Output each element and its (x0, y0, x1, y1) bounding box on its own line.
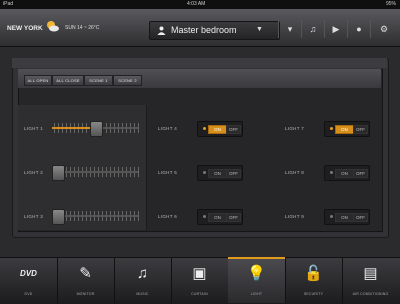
dimmer-label: LIGHT 2 (24, 170, 44, 175)
chevron-down-icon: ▾ (287, 24, 293, 34)
light-button[interactable]: ● (347, 20, 370, 38)
on-button[interactable]: ON (208, 125, 227, 134)
switch-label: LIGHT 9 (285, 214, 305, 219)
music-button[interactable]: ♫ (301, 20, 324, 38)
indicator-dot (203, 215, 206, 218)
indicator-dot (330, 127, 333, 130)
battery-indicator: 95% (385, 1, 396, 7)
nav-curtain[interactable]: ▣ CURTAIN (171, 257, 229, 303)
scene-2-button[interactable]: SCENE 2 (113, 75, 142, 86)
weather-text: SUN 14 ~ 26°C (65, 25, 100, 31)
all-open-button[interactable]: ALL OPEN (24, 75, 52, 86)
switch-label: LIGHT 4 (158, 126, 178, 131)
dimmer-slider[interactable] (52, 209, 139, 225)
on-button[interactable]: ON (335, 169, 354, 178)
nav-security[interactable]: 🔓 SECURITY (285, 257, 343, 303)
nav-label: MUSIC (136, 292, 149, 296)
nav-light[interactable]: 💡 LIGHT (228, 257, 286, 303)
slider-handle[interactable] (52, 209, 65, 225)
curtain-icon: ▣ (192, 265, 207, 282)
off-button[interactable]: OFF (226, 169, 241, 178)
off-button[interactable]: OFF (353, 169, 368, 178)
sun-cloud-icon (47, 21, 59, 32)
dimmer-slider[interactable] (52, 121, 139, 137)
off-button[interactable]: OFF (353, 125, 368, 134)
carrier-label: iPad (3, 1, 14, 7)
light-toggle[interactable]: ON OFF (197, 209, 243, 225)
dimmer-slider[interactable] (52, 165, 139, 181)
room-dropdown-button[interactable]: ▾ (278, 20, 301, 38)
settings-button[interactable]: ⚙ (370, 20, 397, 38)
music-note-icon: ♫ (136, 265, 149, 282)
slider-handle[interactable] (89, 121, 103, 137)
clock: 4:03 AM (187, 1, 206, 7)
slider-handle[interactable] (52, 165, 65, 181)
gear-icon: ⚙ (379, 24, 389, 34)
room-name: Master bedroom (171, 25, 237, 35)
light-toggle[interactable]: ON OFF (324, 121, 370, 137)
nav-label: SECURITY (303, 292, 324, 296)
scene-1-button[interactable]: SCENE 1 (84, 75, 113, 86)
music-note-icon: ♫ (309, 24, 317, 34)
on-button[interactable]: ON (335, 125, 354, 134)
slider-tick (138, 123, 139, 133)
all-close-button[interactable]: ALL CLOSE (52, 75, 84, 86)
nav-dvd[interactable]: DVD DVD (0, 257, 58, 303)
scene-bar: ALL OPEN ALL CLOSE SCENE 1 SCENE 2 (18, 69, 381, 88)
nav-label: MONITOR (76, 292, 95, 296)
padlock-icon: 🔓 (304, 265, 323, 282)
off-button[interactable]: OFF (226, 213, 241, 222)
play-button[interactable]: ▶ (324, 20, 347, 38)
indicator-dot (330, 171, 333, 174)
off-button[interactable]: OFF (353, 213, 368, 222)
play-icon: ▶ (332, 24, 340, 34)
nav-label: DVD (24, 292, 33, 296)
status-bar: iPad 4:03 AM 95% (0, 0, 400, 9)
room-selector[interactable]: Master bedroom ▼ (149, 21, 280, 40)
switch-label: LIGHT 5 (158, 170, 178, 175)
nav-monitor[interactable]: ✎ MONITOR (57, 257, 115, 303)
air-conditioner-icon: ▤ (363, 265, 378, 282)
switch-label: LIGHT 7 (285, 126, 305, 131)
nav-label: AIR CONDITIONING (352, 292, 389, 296)
switch-label: LIGHT 6 (158, 214, 178, 219)
nav-air-conditioning[interactable]: ▤ AIR CONDITIONING (342, 257, 400, 303)
indicator-dot (203, 127, 206, 130)
indicator-dot (203, 171, 206, 174)
slider-tick (138, 211, 139, 221)
slider-tick (138, 167, 139, 177)
top-bar: NEW YORK SUN 14 ~ 26°C Master bedroom ▼ … (0, 9, 400, 47)
nav-music[interactable]: ♫ MUSIC (114, 257, 172, 303)
frame-header (12, 58, 387, 68)
city-label: NEW YORK (7, 25, 43, 32)
person-icon (157, 26, 166, 35)
lightbulb-icon: 💡 (247, 265, 266, 282)
on-button[interactable]: ON (335, 213, 354, 222)
dvd-icon: DVD (20, 269, 37, 278)
light-toggle[interactable]: ON OFF (197, 121, 243, 137)
dimmer-label: LIGHT 1 (24, 126, 44, 131)
monitor-icon: ✎ (79, 265, 92, 282)
off-button[interactable]: OFF (226, 125, 241, 134)
indicator-dot (330, 215, 333, 218)
on-button[interactable]: ON (208, 213, 227, 222)
dimmer-label: LIGHT 3 (24, 214, 44, 219)
nav-label: CURTAIN (191, 292, 208, 296)
chevron-down-icon[interactable]: ▼ (256, 26, 263, 33)
on-button[interactable]: ON (208, 169, 227, 178)
light-toggle[interactable]: ON OFF (197, 165, 243, 181)
slider-fill (52, 127, 95, 129)
light-toggle[interactable]: ON OFF (324, 209, 370, 225)
nav-label: LIGHT (250, 292, 263, 296)
light-toggle[interactable]: ON OFF (324, 165, 370, 181)
switch-label: LIGHT 8 (285, 170, 305, 175)
lightbulb-icon: ● (356, 24, 362, 34)
